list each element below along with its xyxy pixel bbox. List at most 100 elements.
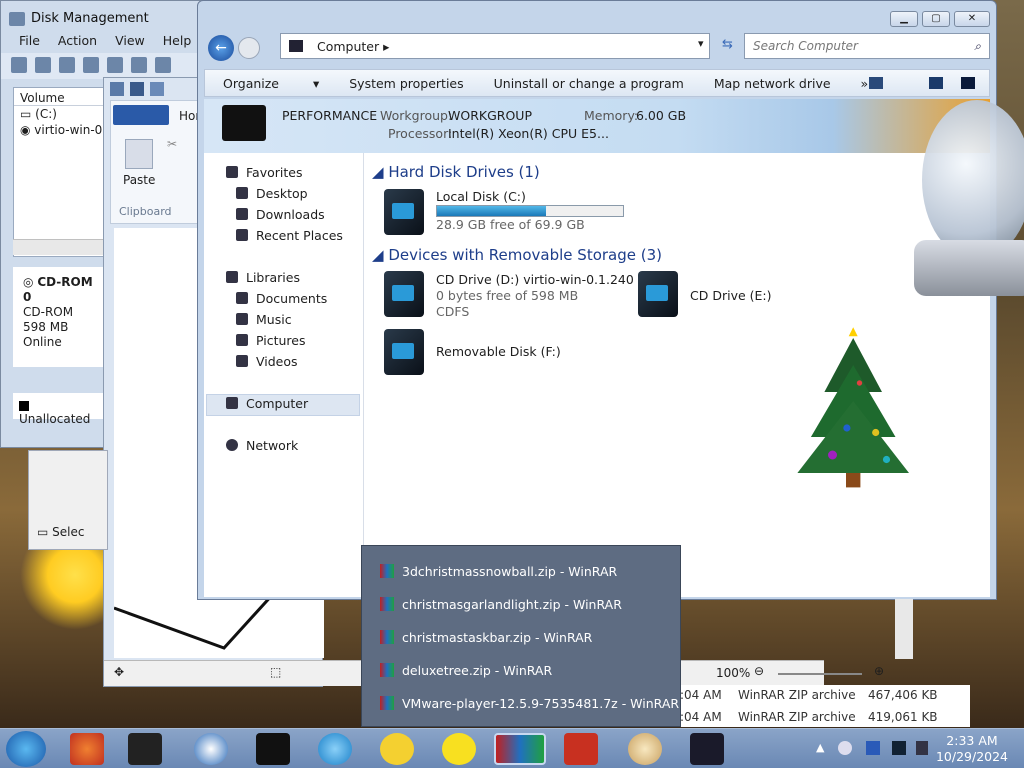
nav-computer[interactable]: Computer: [226, 396, 308, 411]
nav-documents[interactable]: Documents: [236, 291, 327, 306]
monitor-icon[interactable]: [256, 733, 290, 765]
network-tray-icon[interactable]: [892, 741, 906, 755]
nav-music[interactable]: Music: [236, 312, 292, 327]
breadcrumb-computer[interactable]: Computer: [317, 39, 379, 54]
nav-pictures[interactable]: Pictures: [236, 333, 306, 348]
zoom-in-icon[interactable]: ⊕: [874, 664, 884, 678]
vertical-scrollbar[interactable]: [895, 599, 913, 659]
drive-app-icon[interactable]: [128, 733, 162, 765]
window-list-item[interactable]: 3dchristmassnowball.zip - WinRAR: [380, 564, 617, 579]
volume-tray-icon[interactable]: [916, 741, 928, 755]
volume-row[interactable]: ▭ (C:): [14, 106, 104, 122]
menu-view[interactable]: View: [115, 33, 145, 53]
nav-libraries[interactable]: Libraries: [226, 270, 300, 285]
more-commands-button[interactable]: »: [861, 76, 869, 96]
column-volume[interactable]: Volume: [14, 88, 104, 106]
firefox-icon[interactable]: [70, 733, 104, 765]
start-button[interactable]: [6, 731, 46, 767]
internet-explorer-icon[interactable]: [318, 733, 352, 765]
cut-icon[interactable]: ✂: [167, 137, 181, 151]
media-player-icon[interactable]: [194, 733, 228, 765]
menu-action[interactable]: Action: [58, 33, 97, 53]
clock-date: 10/29/2024: [935, 749, 1009, 764]
menu-help[interactable]: Help: [163, 33, 192, 53]
drive-local-disk-c[interactable]: Local Disk (C:) 28.9 GB free of 69.9 GB: [436, 189, 624, 233]
window-list-item[interactable]: VMware-player-12.5.9-7535481.7z - WinRAR: [380, 696, 679, 711]
processor-value: Intel(R) Xeon(R) CPU E5...: [448, 126, 609, 141]
screen-icon[interactable]: [690, 733, 724, 765]
hard-drive-icon[interactable]: [384, 189, 424, 235]
refresh-icon[interactable]: ⇆: [722, 37, 733, 52]
close-button[interactable]: ✕: [954, 11, 990, 27]
back-icon[interactable]: [11, 57, 27, 73]
file-menu-button[interactable]: [113, 105, 169, 125]
minimize-button[interactable]: ▁: [890, 11, 918, 27]
address-bar[interactable]: Computer ▸: [280, 33, 710, 59]
drive-cd-e[interactable]: CD Drive (E:): [690, 288, 772, 304]
maximize-button[interactable]: ▢: [922, 11, 950, 27]
show-hidden-icons[interactable]: ▲: [816, 741, 824, 754]
nav-favorites[interactable]: Favorites: [226, 165, 302, 180]
removable-disk-icon[interactable]: [384, 329, 424, 375]
toolbox-icon[interactable]: [564, 733, 598, 765]
search-icon[interactable]: ⌕: [974, 39, 981, 54]
map-network-drive-button[interactable]: Map network drive: [714, 76, 831, 96]
back-button[interactable]: ←: [208, 35, 234, 61]
clipboard-icon[interactable]: [125, 139, 153, 169]
paint-icon[interactable]: [110, 82, 124, 96]
volume-list[interactable]: Volume ▭ (C:) ◉ virtio-win-0.1: [13, 87, 105, 257]
refresh-icon[interactable]: [131, 57, 147, 73]
forward-icon[interactable]: [35, 57, 51, 73]
forward-button[interactable]: [238, 37, 260, 59]
tray-icon[interactable]: [838, 741, 852, 755]
list-icon[interactable]: [59, 57, 75, 73]
uninstall-program-button[interactable]: Uninstall or change a program: [494, 76, 684, 96]
zoom-out-icon[interactable]: ⊖: [754, 664, 764, 678]
smiley-app-icon[interactable]: [380, 733, 414, 765]
menu-file[interactable]: File: [19, 33, 40, 53]
clock[interactable]: 2:33 AM 10/29/2024: [932, 733, 1012, 765]
save-icon[interactable]: [130, 82, 144, 96]
zoom-slider[interactable]: [778, 673, 862, 675]
drive-cd-d[interactable]: CD Drive (D:) virtio-win-0.1.240 0 bytes…: [436, 272, 634, 320]
paste-button[interactable]: Paste: [123, 173, 155, 187]
snow-globe-gadget[interactable]: [912, 100, 1024, 300]
system-properties-button[interactable]: System properties: [349, 76, 463, 96]
paint-palette-icon[interactable]: [628, 733, 662, 765]
view-options-icon[interactable]: [869, 77, 883, 89]
search-input[interactable]: Search Computer ⌕: [744, 33, 990, 59]
nav-videos[interactable]: Videos: [236, 354, 298, 369]
row-time: :04 AM: [680, 710, 722, 724]
help-icon[interactable]: [961, 77, 975, 89]
organize-menu[interactable]: Organize ▾: [223, 76, 319, 96]
winrar-taskbar-button[interactable]: [494, 733, 546, 765]
toolbar: [1, 53, 209, 79]
smiley-icon[interactable]: [442, 733, 476, 765]
properties-icon[interactable]: [107, 57, 123, 73]
tray-icon[interactable]: [866, 741, 880, 755]
nav-downloads[interactable]: Downloads: [236, 207, 325, 222]
preview-pane-icon[interactable]: [929, 77, 943, 89]
window-list-item[interactable]: christmasgarlandlight.zip - WinRAR: [380, 597, 622, 612]
window-list-item[interactable]: deluxetree.zip - WinRAR: [380, 663, 552, 678]
horizontal-scrollbar[interactable]: [13, 239, 105, 255]
window-list-label: deluxetree.zip - WinRAR: [402, 663, 553, 678]
cd-drive-icon[interactable]: [384, 271, 424, 317]
address-dropdown-icon[interactable]: ▾: [698, 37, 704, 50]
star-icon: [226, 166, 238, 178]
nav-network[interactable]: Network: [226, 438, 298, 453]
help-icon[interactable]: [83, 57, 99, 73]
undo-icon[interactable]: [150, 82, 164, 96]
volume-row[interactable]: ◉ virtio-win-0.1: [14, 122, 104, 138]
window-list-item[interactable]: christmastaskbar.zip - WinRAR: [380, 630, 592, 645]
nav-desktop[interactable]: Desktop: [236, 186, 308, 201]
christmas-tree-gadget[interactable]: [790, 320, 920, 500]
cd-drive-icon[interactable]: [638, 271, 678, 317]
drive-removable-f[interactable]: Removable Disk (F:): [436, 344, 561, 360]
cursor-position-icon: ✥: [114, 665, 125, 679]
libraries-icon: [226, 271, 238, 283]
group-removable-storage[interactable]: ◢ Devices with Removable Storage (3): [372, 246, 662, 264]
group-hard-disk-drives[interactable]: ◢ Hard Disk Drives (1): [372, 163, 540, 181]
settings-icon[interactable]: [155, 57, 171, 73]
nav-recent-places[interactable]: Recent Places: [236, 228, 343, 243]
